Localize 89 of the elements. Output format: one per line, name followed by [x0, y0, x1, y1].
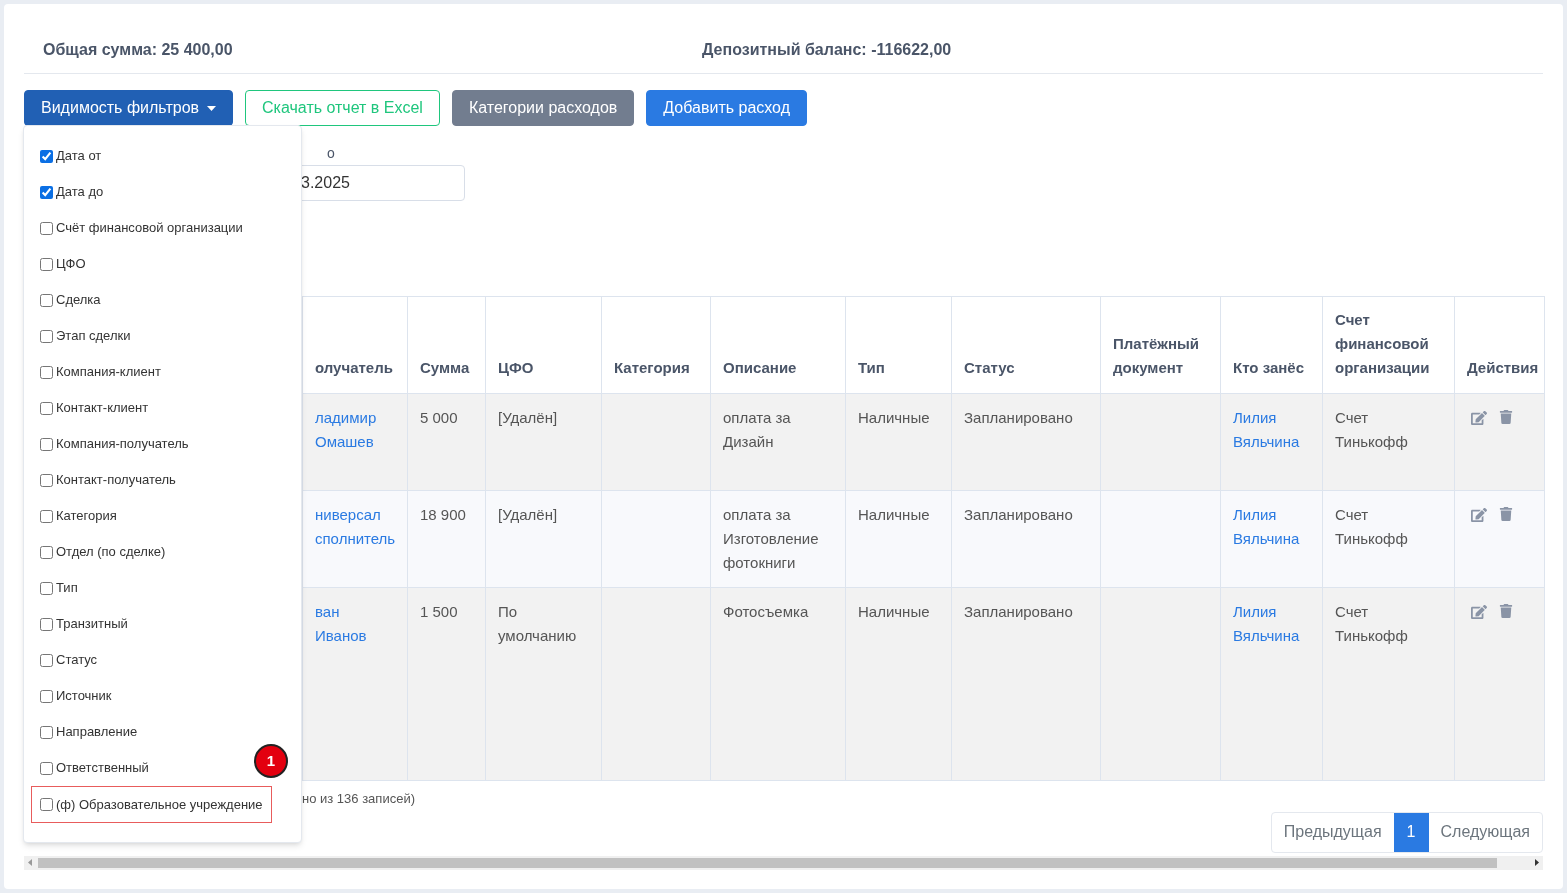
caret-icon	[207, 105, 217, 111]
checkbox[interactable]	[40, 293, 53, 307]
filter-option[interactable]: ЦФО	[32, 246, 94, 282]
checkbox[interactable]	[40, 473, 53, 487]
checkbox[interactable]	[40, 545, 53, 559]
column-header: ЦФО	[498, 359, 534, 376]
table-cell-text: Запланировано	[964, 408, 1074, 428]
checkbox[interactable]	[40, 689, 53, 703]
scroll-right-icon[interactable]	[1535, 859, 1539, 866]
table-cell-text: Запланировано	[964, 505, 1074, 525]
column-header: Тип	[858, 359, 885, 376]
table-link[interactable]: Лилия Вяльчина	[1233, 600, 1310, 648]
checkbox[interactable]	[40, 617, 53, 631]
edit-icon[interactable]	[1471, 410, 1487, 426]
column-header: Платёжный документ	[1113, 335, 1200, 376]
table-cell-text: оплата за Дизайн	[723, 408, 792, 452]
trash-icon[interactable]	[1499, 507, 1513, 521]
table-link[interactable]: ван Иванов	[315, 600, 395, 648]
deposit-balance: Депозитный баланс: -116622,00	[702, 40, 952, 60]
checkbox[interactable]	[40, 329, 53, 343]
checkbox[interactable]	[40, 257, 53, 271]
table-cell-text: Фотосъемка	[723, 602, 810, 622]
filters-dropdown-button[interactable]: Видимость фильтров	[24, 90, 234, 126]
column-header: Действия	[1467, 359, 1539, 376]
column-header: Описание	[723, 359, 797, 376]
column-header: Кто занёс	[1233, 359, 1304, 376]
filter-option[interactable]: Дата от	[32, 138, 110, 174]
toolbar-button[interactable]: Категории расходов	[451, 90, 635, 126]
edit-icon[interactable]	[1471, 604, 1487, 620]
table-cell-text: Счет Тинькофф	[1335, 505, 1409, 549]
checkbox[interactable]	[40, 401, 53, 415]
checkbox[interactable]	[40, 365, 53, 379]
filter-option[interactable]: Тип	[32, 570, 86, 606]
column-header: Сумма	[420, 359, 470, 376]
checkbox[interactable]	[40, 185, 53, 199]
column-header: Счет финансовой организации	[1335, 311, 1430, 376]
table-cell-text: [Удалён]	[498, 505, 559, 525]
filter-option[interactable]: (ф) Образовательное учреждение	[31, 786, 272, 823]
table-cell-text: Наличные	[858, 505, 931, 525]
toolbar-button[interactable]: Добавить расход	[646, 90, 807, 126]
table-cell-text: Наличные	[858, 602, 931, 622]
records-info: но из 136 записей)	[302, 790, 415, 808]
table-cell-text: По умолчанию	[498, 602, 578, 646]
horizontal-scrollbar[interactable]	[24, 855, 1543, 870]
edit-icon[interactable]	[1471, 507, 1487, 523]
trash-icon[interactable]	[1499, 410, 1513, 424]
checkbox[interactable]	[40, 149, 53, 163]
filter-option[interactable]: Направление	[32, 714, 146, 750]
filter-label: о	[326, 144, 336, 163]
filter-option[interactable]: Транзитный	[32, 606, 136, 642]
table-cell-text: Наличные	[858, 408, 931, 428]
table-cell-text: 1 500	[420, 602, 459, 622]
table-cell-text: Счет Тинькофф	[1335, 602, 1409, 646]
filter-option[interactable]: Контакт-клиент	[32, 390, 157, 426]
table-cell-text: Счет Тинькофф	[1335, 408, 1409, 452]
filter-option[interactable]: Компания-клиент	[32, 354, 169, 390]
filter-option[interactable]: Отдел (по сделке)	[32, 534, 174, 570]
filter-option[interactable]: Счёт финансовой организации	[32, 210, 251, 246]
checkbox[interactable]	[40, 725, 53, 739]
checkbox[interactable]	[40, 509, 53, 523]
trash-icon[interactable]	[1499, 604, 1513, 618]
column-header: Статус	[964, 359, 1015, 376]
total-sum: Общая сумма: 25 400,00	[43, 40, 234, 60]
filter-option[interactable]: Статус	[32, 642, 106, 678]
table-cell-text: [Удалён]	[498, 408, 559, 428]
filter-option[interactable]: Компания-получатель	[32, 426, 197, 462]
scroll-left-icon[interactable]	[28, 859, 32, 866]
checkbox[interactable]	[40, 798, 53, 811]
filter-option[interactable]: Сделка	[32, 282, 109, 318]
table-cell-text: 5 000	[420, 408, 459, 428]
column-header: олучатель	[315, 359, 393, 376]
table-cell-text: оплата за Изготовление фотокниги	[723, 505, 820, 573]
checkbox[interactable]	[40, 581, 53, 595]
column-header: Категория	[614, 359, 690, 376]
filter-option[interactable]: Этап сделки	[32, 318, 139, 354]
next-page-button[interactable]: Следующая	[1428, 812, 1542, 852]
checkbox[interactable]	[40, 437, 53, 451]
filter-option[interactable]: Контакт-получатель	[32, 462, 184, 498]
checkbox[interactable]	[40, 761, 53, 775]
page-button[interactable]: 1	[1393, 812, 1429, 852]
previous-page-button[interactable]: Предыдущая	[1271, 812, 1394, 852]
checkbox[interactable]	[40, 221, 53, 235]
filter-option[interactable]: Категория	[32, 498, 125, 534]
filter-option[interactable]: Источник	[32, 678, 120, 714]
table-cell-text: 18 900	[420, 505, 467, 525]
checkbox[interactable]	[40, 653, 53, 667]
filter-option[interactable]: Ответственный	[32, 750, 157, 786]
table-cell-text: Запланировано	[964, 602, 1074, 622]
filter-option[interactable]: Дата до	[32, 174, 112, 210]
